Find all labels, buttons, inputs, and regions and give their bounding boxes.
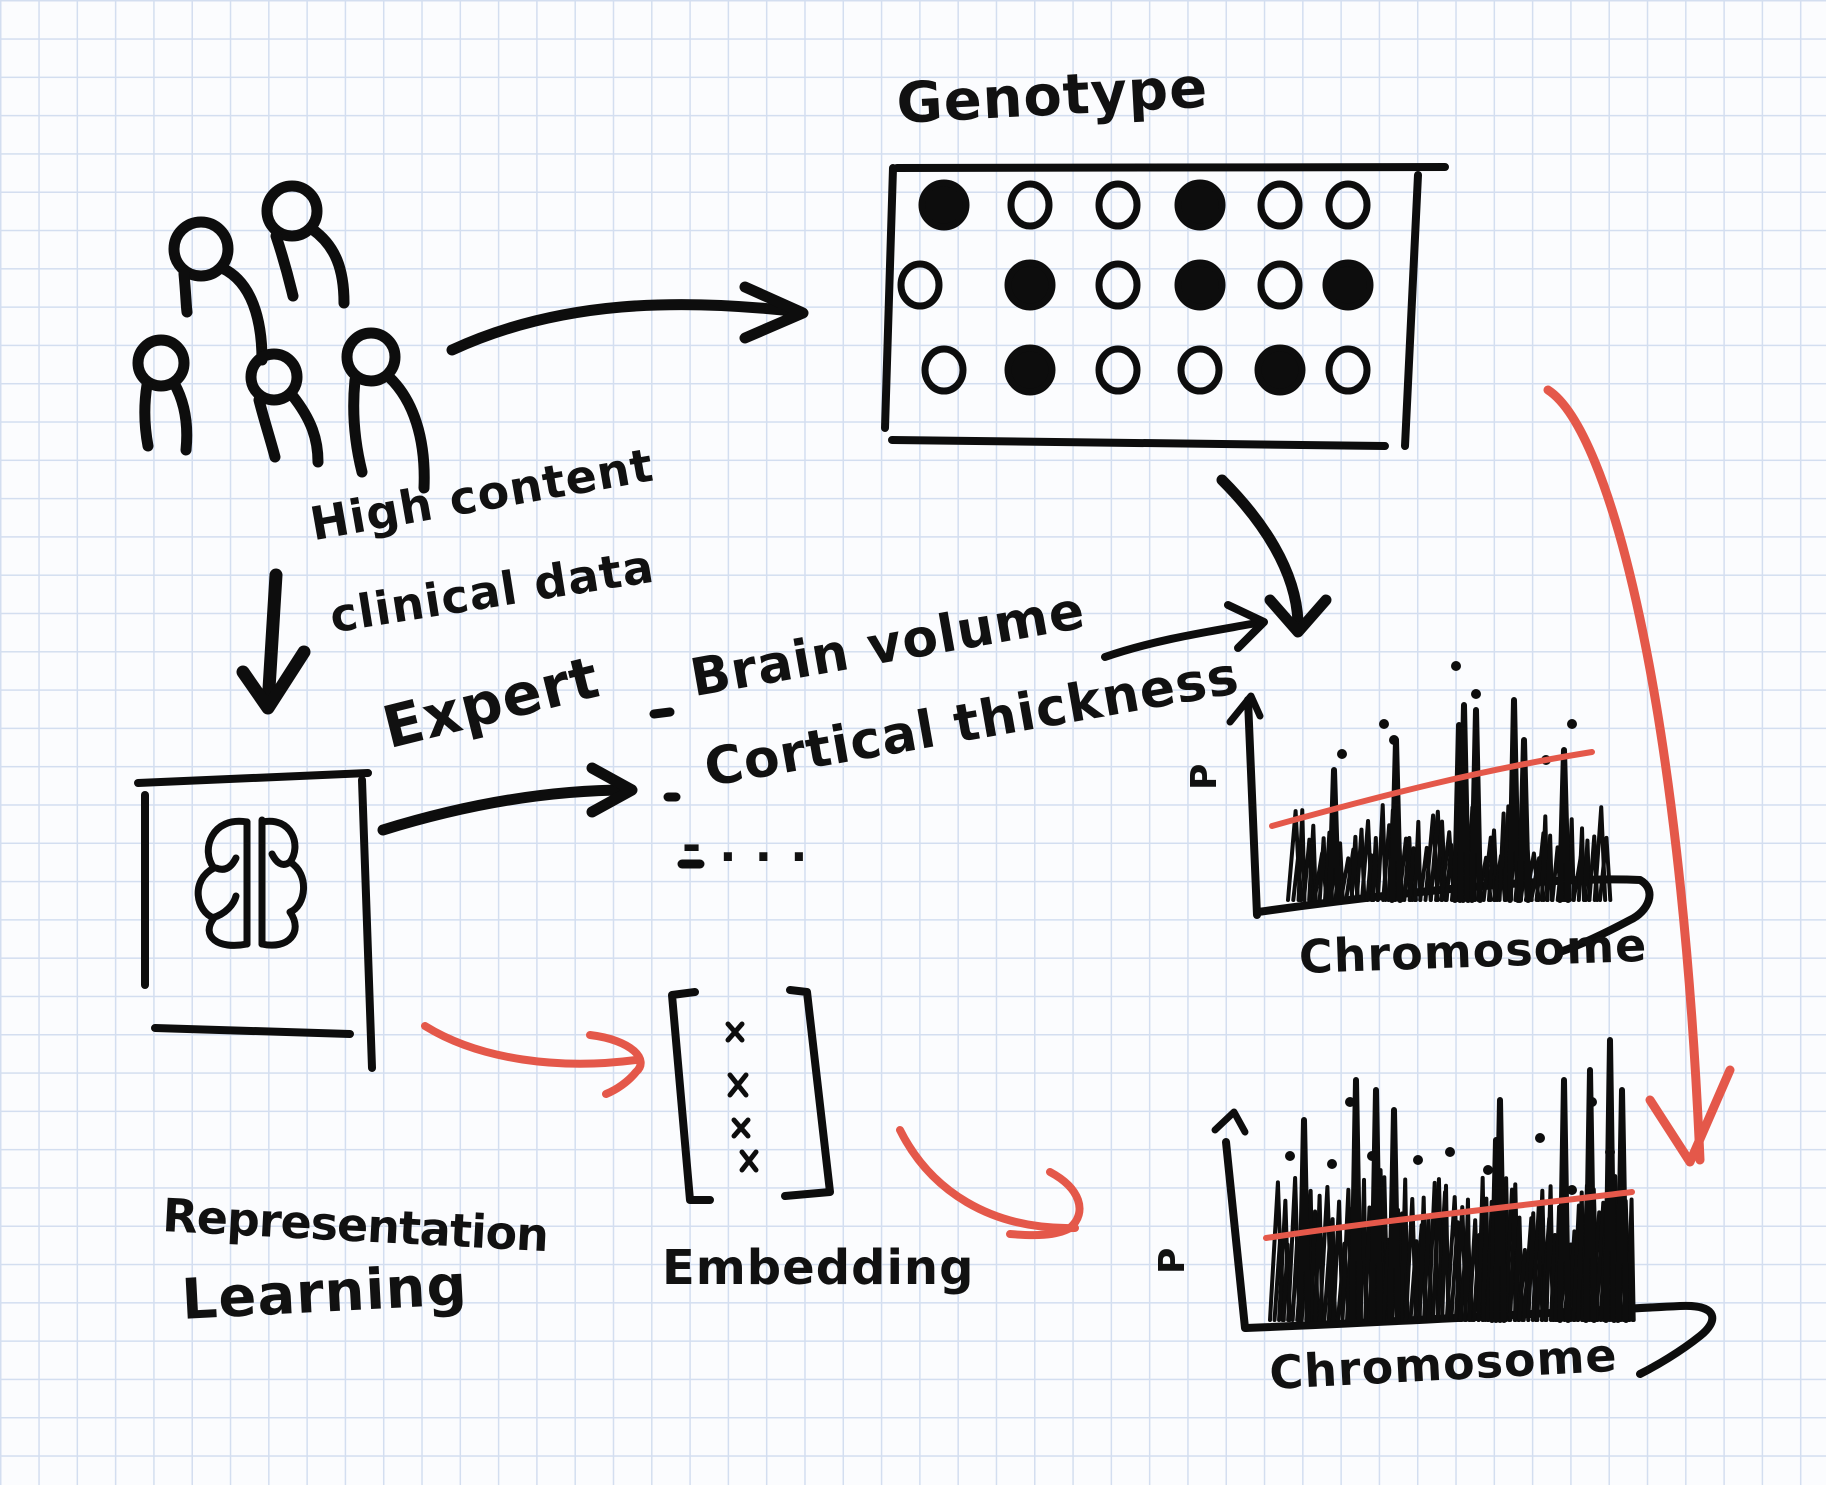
arrow-people-to-genotype: [446, 281, 809, 356]
genotype-dot-filled: [1174, 259, 1226, 311]
plot-point: [1483, 1165, 1493, 1175]
brain-scan-icon: [134, 769, 376, 1072]
arrow-expert-to-measures: [377, 762, 638, 836]
bottom-plot-y-label: P: [1152, 1246, 1193, 1274]
genotype-dot-filled: [1254, 344, 1306, 396]
embedding-label: Embedding: [662, 1240, 975, 1296]
plot-point: [1587, 1097, 1597, 1107]
plot-point: [1389, 735, 1399, 745]
genotype-dot-empty: [1095, 180, 1141, 230]
genotype-dot-empty: [1007, 180, 1053, 230]
genotype-dot-empty: [1095, 345, 1141, 395]
plot-point: [1605, 1147, 1615, 1157]
genotype-dot-filled: [1004, 344, 1056, 396]
plot-point: [1535, 1133, 1545, 1143]
genotype-dot-empty: [897, 260, 943, 310]
genotype-dot-empty: [1325, 345, 1371, 395]
plot-point: [1285, 1151, 1295, 1161]
plot-point: [1413, 1155, 1423, 1165]
plot-point: [1567, 719, 1577, 729]
genotype-dot-filled: [1174, 179, 1226, 231]
plot-point: [1345, 1097, 1355, 1107]
genotype-dot-empty: [1177, 345, 1223, 395]
genotype-dots: [897, 179, 1374, 396]
arrow-representation-to-embedding: [421, 1022, 645, 1098]
genotype-dot-empty: [1095, 260, 1141, 310]
bottom-manhattan-plot: [1211, 1037, 1717, 1378]
people-icon: [132, 180, 430, 494]
genotype-matrix: [881, 163, 1449, 450]
plot-point: [1327, 1159, 1337, 1169]
genotype-dot-empty: [921, 345, 967, 395]
plot-point: [1367, 1151, 1377, 1161]
plot-point: [1379, 719, 1389, 729]
bottom-plot-bars: [1268, 1037, 1636, 1323]
genotype-dot-empty: [1257, 180, 1303, 230]
plot-bar-stroke: [1545, 833, 1554, 902]
genotype-dot-filled: [1004, 259, 1056, 311]
plot-point: [1337, 749, 1347, 759]
genotype-dot-empty: [1325, 180, 1371, 230]
genotype-dot-filled: [918, 179, 970, 231]
embedding-vector: [668, 986, 834, 1204]
plot-point: [1445, 1147, 1455, 1157]
arrow-measures-to-top-plot: [1101, 601, 1268, 661]
arrow-embedding-to-bottom-plot: [896, 1126, 1084, 1240]
top-manhattan-plot: [1226, 661, 1654, 956]
ellipsis-label: - . . .: [682, 818, 809, 872]
plot-point: [1451, 661, 1461, 671]
top-plot-y-label: P: [1184, 762, 1225, 790]
genotype-dot-filled: [1322, 259, 1374, 311]
genotype-dot-empty: [1257, 260, 1303, 310]
arrow-clinical-down: [236, 568, 311, 715]
arrow-genotype-to-bottom-plot: [1543, 385, 1735, 1167]
plot-point: [1471, 689, 1481, 699]
plot-point: [1567, 1185, 1577, 1195]
